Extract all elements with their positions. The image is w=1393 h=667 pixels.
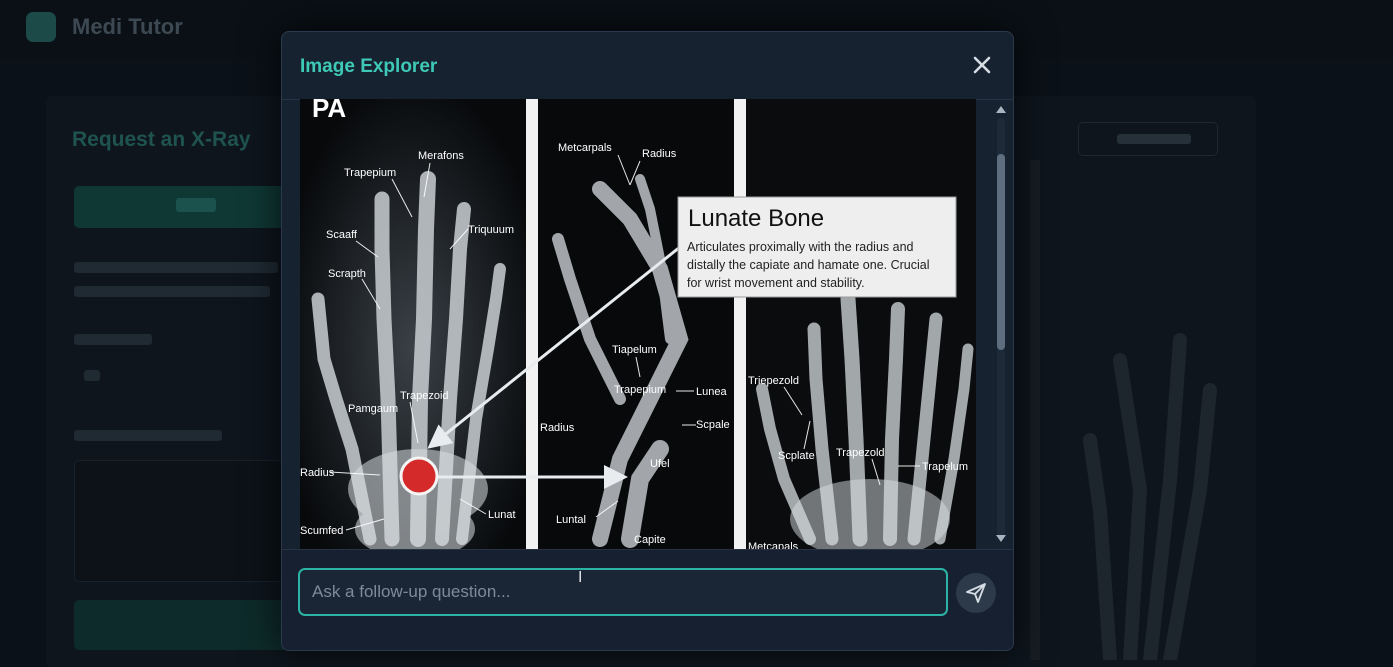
xray-label: Radius	[540, 422, 575, 434]
xray-label: Radius	[300, 467, 335, 479]
scroll-down-icon[interactable]	[995, 534, 1007, 544]
image-explorer-modal: Image Explorer PA Merafons Trapepium Sca…	[281, 31, 1014, 651]
xray-label: Trapelum	[922, 461, 968, 473]
close-icon	[973, 56, 991, 74]
page-title: Request an X-Ray	[72, 128, 251, 151]
background-text-line	[74, 262, 278, 273]
xray-label: Luntal	[556, 514, 586, 526]
xray-label: Trapezoid	[400, 390, 449, 402]
app-logo-icon	[26, 12, 56, 42]
background-text-line	[84, 370, 100, 381]
xray-label: Metcarpals	[558, 142, 612, 154]
background-secondary-button	[1078, 122, 1218, 156]
viewer-scrollbar[interactable]	[993, 102, 1009, 549]
modal-header: Image Explorer	[282, 32, 1013, 100]
close-button[interactable]	[969, 52, 995, 78]
callout-title: Lunate Bone	[688, 205, 824, 232]
callout-text: for wrist movement and stability.	[687, 276, 865, 290]
xray-label: Trapepium	[614, 384, 666, 396]
send-button[interactable]	[956, 573, 996, 613]
xray-label: Tiapelum	[612, 344, 657, 356]
xray-label: Lunat	[488, 509, 516, 521]
lunate-highlight-marker[interactable]	[399, 456, 439, 496]
xray-label: Merafons	[418, 150, 464, 162]
xray-label: Scpale	[696, 419, 730, 431]
xray-label: Trapepium	[344, 167, 396, 179]
screen: Medi Tutor Request an X-Ray Image Explor…	[0, 0, 1393, 667]
background-primary-button	[74, 186, 290, 228]
background-text-line	[74, 286, 270, 297]
xray-label: Scrapth	[328, 268, 366, 280]
background-text-line	[74, 334, 152, 345]
modal-title: Image Explorer	[300, 56, 438, 77]
background-submit-button	[74, 600, 290, 650]
send-icon	[966, 583, 986, 603]
callout-text: distally the capiate and hamate one. Cru…	[687, 258, 930, 272]
scroll-up-icon[interactable]	[995, 104, 1007, 114]
xray-image-viewer[interactable]: PA Merafons Trapepium Scaaff Triquuum Sc…	[300, 99, 976, 549]
app-brand: Medi Tutor	[72, 14, 183, 39]
background-text-line	[74, 430, 222, 441]
xray-label: Radius	[642, 148, 677, 160]
followup-question-input[interactable]	[298, 568, 948, 616]
xray-label: Triquuum	[468, 224, 514, 236]
xray-label: Scplate	[778, 450, 815, 462]
background-textarea	[74, 460, 292, 582]
xray-label: Scumfed	[300, 525, 343, 537]
callout-text: Articulates proximally with the radius a…	[687, 240, 914, 254]
scroll-thumb[interactable]	[997, 154, 1005, 350]
followup-bar	[282, 549, 1013, 650]
xray-label: Triepezold	[748, 375, 799, 387]
xray-label: Trapezold	[836, 447, 885, 459]
xray-label: Capite	[634, 534, 666, 546]
xray-label: Ufel	[650, 458, 670, 470]
xray-image: PA Merafons Trapepium Scaaff Triquuum Sc…	[300, 99, 976, 549]
xray-label: Lunea	[696, 386, 727, 398]
xray-label: Metcapals	[748, 541, 799, 549]
callout-box: Lunate Bone Articulates proximally with …	[677, 196, 957, 298]
text-cursor-icon: I	[578, 569, 583, 586]
background-xray-image	[1030, 160, 1217, 660]
view-label: PA	[312, 99, 346, 123]
xray-label: Pamgaum	[348, 403, 398, 415]
xray-label: Scaaff	[326, 229, 358, 241]
